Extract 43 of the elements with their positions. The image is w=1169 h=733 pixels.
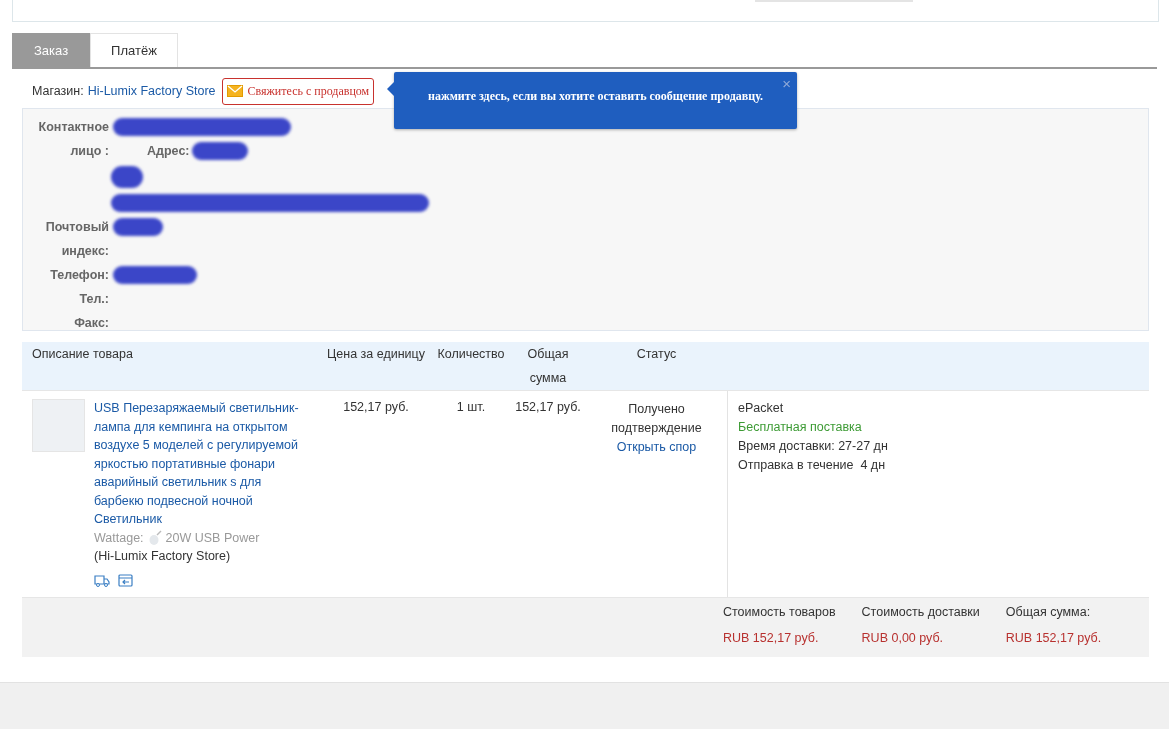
field-label: Тел.: (78, 291, 109, 308)
store-link[interactable]: Hi-Lumix Factory Store (87, 84, 216, 98)
store-label: Магазин: (32, 84, 84, 98)
product-link[interactable]: USB Перезаряжаемый светильник-лампа для кемпинга на открытом воздухе 5 моделей с регулируемой яркостью портативные фонари аварийный светильник s для барбекю подвесной ночной Светильник (94, 399, 308, 529)
redaction-scribble (111, 166, 143, 188)
tooltip-text: нажмите здесь, если вы хотите оставить сообщение продавцу. (428, 89, 763, 104)
summary-label: Стоимость товаров (723, 605, 836, 619)
summary-label: Общая сумма: (1005, 605, 1092, 619)
redaction-scribble (191, 142, 248, 160)
field-label: Факс: (73, 315, 109, 332)
free-shipping-text: Бесплатная поставка (738, 419, 863, 436)
table-cell-text: 152,17 руб. (342, 399, 410, 416)
dispatch-time: Отправка в течение 4 дн (738, 457, 887, 474)
column-header: Общая сумма (526, 346, 570, 387)
table-cell-text: 1 шт. (455, 399, 487, 416)
table-cell-text: 152,17 руб. (514, 399, 582, 416)
shipping-method: ePacket (738, 400, 785, 417)
column-header: Статус (635, 346, 678, 363)
field-label: Почтовый индекс: (44, 219, 109, 260)
contact-seller-button[interactable]: Свяжитесь с продавцом (221, 77, 375, 105)
field-label: Телефон: (49, 267, 109, 284)
open-dispute-link[interactable]: Открыть спор (616, 438, 697, 457)
option-value: 20W USB Power (165, 529, 260, 547)
summary-value: RUB 152,17 руб. (723, 631, 820, 645)
summary-value: RUB 152,17 руб. (1005, 631, 1102, 645)
bulb-icon (147, 529, 162, 546)
field-label: Контактное лицо : (37, 119, 109, 160)
column-header: Описание товара (31, 346, 134, 363)
field-label: Адрес: (147, 143, 190, 160)
redaction-scribble (113, 218, 163, 236)
truck-icon[interactable] (94, 573, 110, 587)
photo-placeholder (32, 399, 85, 452)
column-header: Цена за единицу (326, 346, 426, 363)
order-status: Получено подтверждение (610, 401, 703, 437)
envelope-icon (226, 85, 243, 97)
return-icon[interactable] (118, 573, 133, 587)
product-store: (Hi-Lumix Factory Store) (94, 548, 232, 565)
delivery-time: Время доставки: 27-27 дн (738, 438, 889, 455)
summary-value: RUB 0,00 руб. (861, 631, 945, 645)
column-header: Количество (436, 346, 506, 363)
option-label: Wattage: (94, 529, 144, 547)
tab[interactable]: Платёж (90, 33, 178, 67)
summary-label: Стоимость доставки (861, 605, 980, 619)
